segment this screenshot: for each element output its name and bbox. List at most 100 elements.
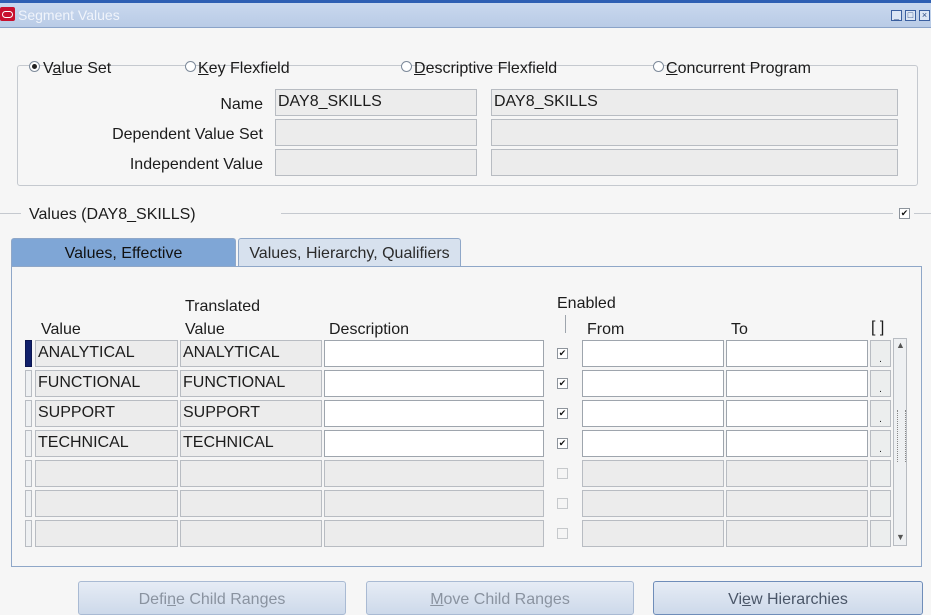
move-child-ranges-button[interactable]: Move Child Ranges	[366, 581, 634, 615]
to-date-cell[interactable]	[726, 520, 868, 547]
view-hierarchies-button[interactable]: View Hierarchies	[653, 581, 923, 615]
scroll-down-icon[interactable]: ▼	[896, 532, 905, 542]
column-header-translated-value: Value	[185, 321, 225, 338]
to-date-cell[interactable]	[726, 490, 868, 517]
from-date-cell[interactable]	[582, 400, 724, 427]
from-date-cell[interactable]	[582, 490, 724, 517]
enabled-checkbox[interactable]: ✔	[557, 378, 568, 389]
from-date-cell[interactable]	[582, 340, 724, 367]
column-header-from: From	[587, 321, 625, 338]
define-child-ranges-button[interactable]: Define Child Ranges	[78, 581, 346, 615]
tab-values-effective[interactable]: Values, Effective	[11, 238, 236, 266]
radio-descriptive-flexfield-label[interactable]: Descriptive Flexfield	[414, 60, 557, 78]
description-cell[interactable]	[324, 520, 544, 547]
enabled-checkbox[interactable]: ✔	[557, 438, 568, 449]
window-title: Segment Values	[18, 7, 120, 23]
to-date-cell[interactable]	[726, 460, 868, 487]
translated-value-cell[interactable]: ANALYTICAL	[180, 340, 322, 367]
row-indicator[interactable]	[25, 490, 32, 517]
row-dff-button[interactable]: .	[870, 430, 891, 457]
translated-value-cell[interactable]: SUPPORT	[180, 400, 322, 427]
minimize-icon[interactable]: _	[891, 10, 902, 21]
column-header-enabled: Enabled	[557, 295, 616, 312]
name-description-field[interactable]: DAY8_SKILLS	[491, 89, 898, 116]
enabled-checkbox[interactable]: ✔	[557, 408, 568, 419]
translated-value-cell[interactable]: FUNCTIONAL	[180, 370, 322, 397]
independent-value-description-field[interactable]	[491, 149, 898, 176]
scroll-thumb-grip[interactable]	[897, 410, 906, 462]
column-header-value: Value	[41, 321, 81, 338]
value-cell[interactable]	[35, 520, 178, 547]
row-indicator[interactable]	[25, 370, 32, 397]
enabled-checkbox[interactable]	[557, 468, 568, 479]
from-date-cell[interactable]	[582, 430, 724, 457]
row-dff-button[interactable]: .	[870, 340, 891, 367]
folder-button[interactable]: [ ]	[871, 319, 884, 337]
dependent-value-set-description-field[interactable]	[491, 119, 898, 146]
row-indicator[interactable]	[25, 520, 32, 547]
description-cell[interactable]	[324, 400, 544, 427]
scroll-up-icon[interactable]: ▲	[896, 340, 905, 350]
values-section-checkbox[interactable]: ✔	[899, 208, 910, 219]
row-indicator[interactable]	[25, 460, 32, 487]
to-date-cell[interactable]	[726, 430, 868, 457]
radio-value-set-label[interactable]: Value Set	[43, 60, 111, 78]
to-date-cell[interactable]	[726, 340, 868, 367]
section-divider-right	[281, 213, 893, 214]
value-cell[interactable]: ANALYTICAL	[35, 340, 178, 367]
dependent-value-set-label: Dependent Value Set	[112, 126, 263, 143]
row-indicator[interactable]	[25, 340, 32, 367]
from-date-cell[interactable]	[582, 370, 724, 397]
translated-value-cell[interactable]: TECHNICAL	[180, 430, 322, 457]
description-cell[interactable]	[324, 460, 544, 487]
description-cell[interactable]	[324, 430, 544, 457]
enabled-group-divider	[565, 315, 566, 333]
to-date-cell[interactable]	[726, 400, 868, 427]
column-header-to: To	[731, 321, 748, 338]
dependent-value-set-field[interactable]	[275, 119, 477, 146]
from-date-cell[interactable]	[582, 520, 724, 547]
row-dff-button[interactable]	[870, 460, 891, 487]
to-date-cell[interactable]	[726, 370, 868, 397]
maximize-icon[interactable]: □	[905, 10, 916, 21]
oracle-app-icon	[0, 7, 15, 21]
radio-concurrent-program[interactable]	[653, 61, 664, 72]
row-dff-button[interactable]	[870, 520, 891, 547]
column-header-description: Description	[329, 321, 410, 338]
values-section-title: Values (DAY8_SKILLS)	[29, 206, 196, 223]
value-cell[interactable]	[35, 490, 178, 517]
section-divider-end	[914, 213, 931, 214]
radio-concurrent-program-label[interactable]: Concurrent Program	[666, 60, 811, 78]
row-indicator[interactable]	[25, 430, 32, 457]
section-divider-left	[0, 213, 21, 214]
row-dff-button[interactable]: .	[870, 370, 891, 397]
value-cell[interactable]	[35, 460, 178, 487]
enabled-checkbox[interactable]	[557, 498, 568, 509]
tab-values-hierarchy-qualifiers[interactable]: Values, Hierarchy, Qualifiers	[238, 238, 461, 266]
translated-value-cell[interactable]	[180, 520, 322, 547]
close-icon[interactable]: ×	[919, 10, 930, 21]
row-dff-button[interactable]: .	[870, 400, 891, 427]
column-header-translated: Translated	[185, 298, 260, 315]
value-cell[interactable]: SUPPORT	[35, 400, 178, 427]
radio-value-set[interactable]	[29, 61, 40, 72]
value-cell[interactable]: TECHNICAL	[35, 430, 178, 457]
description-cell[interactable]	[324, 490, 544, 517]
radio-descriptive-flexfield[interactable]	[401, 61, 412, 72]
translated-value-cell[interactable]	[180, 490, 322, 517]
row-indicator[interactable]	[25, 400, 32, 427]
name-field[interactable]: DAY8_SKILLS	[275, 89, 477, 116]
from-date-cell[interactable]	[582, 460, 724, 487]
value-cell[interactable]: FUNCTIONAL	[35, 370, 178, 397]
title-bar	[0, 0, 931, 28]
radio-key-flexfield[interactable]	[185, 61, 196, 72]
enabled-checkbox[interactable]: ✔	[557, 348, 568, 359]
enabled-checkbox[interactable]	[557, 528, 568, 539]
description-cell[interactable]	[324, 370, 544, 397]
row-dff-button[interactable]	[870, 490, 891, 517]
independent-value-label: Independent Value	[129, 156, 263, 173]
translated-value-cell[interactable]	[180, 460, 322, 487]
description-cell[interactable]	[324, 340, 544, 367]
radio-key-flexfield-label[interactable]: Key Flexfield	[198, 60, 290, 78]
independent-value-field[interactable]	[275, 149, 477, 176]
